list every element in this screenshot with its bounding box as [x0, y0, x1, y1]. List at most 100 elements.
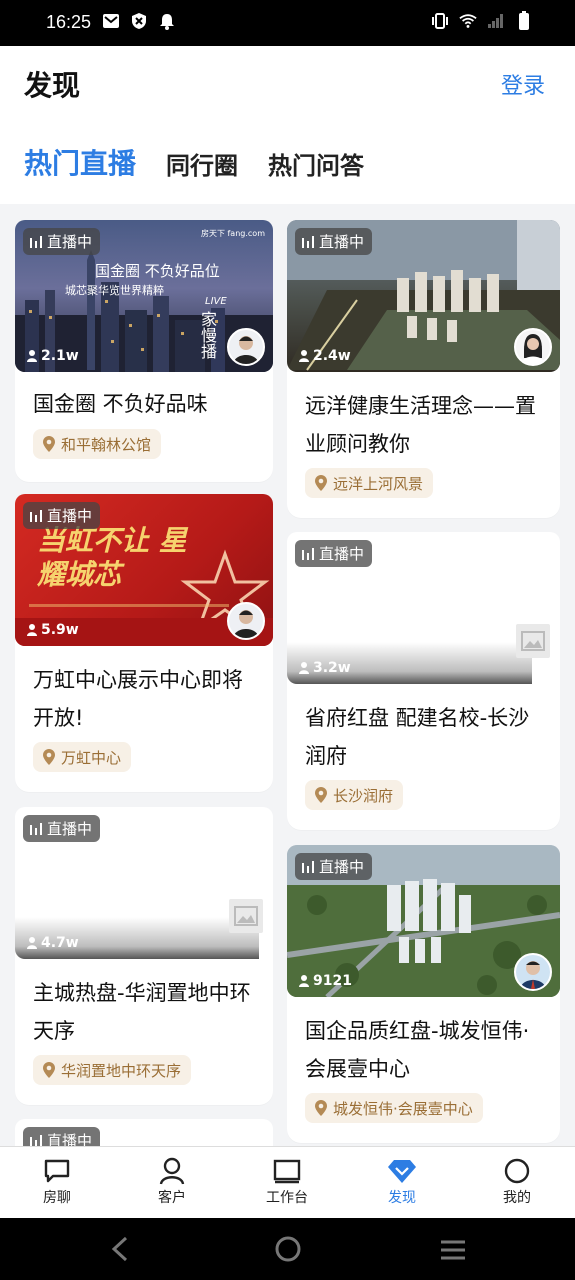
location-tag[interactable]: 华润置地中环天序	[33, 1055, 192, 1085]
viewer-count-value: 2.4w	[313, 348, 351, 364]
viewer-count-value: 9121	[313, 973, 352, 989]
host-avatar[interactable]	[514, 328, 552, 366]
live-badge-label: 直播中	[319, 545, 365, 563]
person-icon	[132, 1157, 212, 1185]
viewer-count-value: 2.1w	[41, 348, 79, 364]
banner-sub-text: 城芯聚华览世界精粹	[65, 284, 164, 297]
live-thumbnail[interactable]: 直播中	[15, 1119, 273, 1146]
live-bars-icon	[30, 1134, 42, 1146]
live-badge: 直播中	[295, 228, 373, 255]
card-title-line2: 开放!	[33, 706, 84, 730]
live-thumbnail[interactable]: 直播中 2.4w	[287, 220, 560, 372]
tab-bar: 热门直播 同行圈 热门问答	[24, 144, 364, 182]
location-pin-icon	[43, 749, 55, 765]
location-pin-icon	[315, 787, 327, 803]
live-badge-label: 直播中	[47, 1132, 93, 1146]
card-title-line2: 业顾问教你	[305, 432, 410, 456]
location-name: 华润置地中环天序	[61, 1061, 182, 1080]
location-tag[interactable]: 万虹中心	[33, 742, 132, 772]
card-title: 远洋健康生活理念——置	[305, 394, 536, 418]
location-tag[interactable]: 远洋上河风景	[305, 468, 434, 498]
person-small-icon	[27, 937, 37, 949]
nav-item-mine[interactable]: 我的	[477, 1157, 557, 1207]
nav-item-discover[interactable]: 发现	[362, 1157, 442, 1207]
live-badge-label: 直播中	[319, 858, 365, 876]
tab-peer-circle[interactable]: 同行圈	[166, 146, 238, 182]
location-name: 长沙润府	[333, 786, 394, 805]
live-bars-icon	[30, 509, 42, 522]
image-placeholder-icon	[229, 899, 263, 933]
nav-label: 我的	[503, 1190, 531, 1206]
tab-hot-live[interactable]: 热门直播	[24, 142, 136, 182]
live-badge-label: 直播中	[47, 233, 93, 251]
location-pin-icon	[43, 1062, 55, 1078]
location-tag[interactable]: 和平翰林公馆	[33, 429, 162, 459]
vibrate-icon	[431, 12, 449, 30]
banner-chars: 家 慢 播	[201, 310, 218, 361]
live-bars-icon	[302, 860, 314, 873]
live-thumbnail[interactable]: 直播中 3.2w	[287, 532, 560, 684]
live-thumbnail[interactable]: 直播中 9121	[287, 845, 560, 997]
location-tag[interactable]: 城发恒伟·会展壹中心	[305, 1093, 483, 1123]
nav-label: 发现	[388, 1190, 416, 1206]
tab-hot-qa[interactable]: 热门问答	[268, 146, 364, 182]
banner-main-text: 当虹不让 星耀城芯	[37, 524, 187, 591]
back-icon[interactable]	[108, 1236, 132, 1266]
live-bars-icon	[30, 235, 42, 248]
live-card[interactable]: 房天下 fang.com 国金圈 不负好品位 城芯聚华览世界精粹 LIVE 家 …	[15, 220, 273, 482]
person-small-icon	[299, 662, 309, 674]
nav-item-customers[interactable]: 客户	[132, 1157, 212, 1207]
nav-item-chat[interactable]: 房聊	[17, 1157, 97, 1207]
host-avatar[interactable]	[514, 953, 552, 991]
nav-label: 工作台	[266, 1190, 308, 1206]
viewer-count-value: 5.9w	[41, 622, 79, 638]
home-icon[interactable]	[274, 1235, 302, 1267]
battery-icon	[515, 11, 533, 30]
live-badge: 直播中	[23, 502, 101, 529]
mail-icon	[102, 12, 120, 30]
live-thumbnail[interactable]: 直播中 4.7w	[15, 807, 273, 959]
viewer-count: 9121	[299, 973, 352, 989]
location-name: 万虹中心	[61, 748, 122, 767]
live-bars-icon	[30, 822, 42, 835]
wifi-icon	[459, 12, 477, 30]
recents-menu-icon[interactable]	[439, 1238, 467, 1266]
chat-icon	[17, 1157, 97, 1185]
viewer-count: 3.2w	[299, 660, 351, 676]
card-title: 主城热盘-华润置地中环	[33, 981, 251, 1005]
page-title: 发现	[24, 69, 81, 102]
location-pin-icon	[315, 1100, 327, 1116]
person-small-icon	[27, 624, 37, 636]
live-badge: 直播中	[295, 853, 373, 880]
card-title-line2: 润府	[305, 744, 347, 768]
live-badge-label: 直播中	[47, 507, 93, 525]
location-name: 和平翰林公馆	[61, 435, 152, 454]
live-card[interactable]: 直播中 2.4w 远洋健康生活理念——置 业顾问教你 远洋上河风景	[287, 220, 560, 518]
host-avatar[interactable]	[227, 328, 265, 366]
shield-icon	[130, 12, 148, 30]
system-nav-bar	[0, 1218, 575, 1280]
live-badge-label: 直播中	[319, 233, 365, 251]
card-title: 国金圈 不负好品味	[33, 392, 208, 416]
nav-label: 客户	[158, 1190, 186, 1206]
circle-icon	[477, 1157, 557, 1185]
live-card[interactable]: 直播中 9121 国企品质红盘-城发恒伟· 会展壹中心 城发恒伟·会展壹中心	[287, 845, 560, 1143]
viewer-count-value: 3.2w	[313, 660, 351, 676]
live-card[interactable]: 直播中	[15, 1119, 273, 1146]
location-pin-icon	[315, 475, 327, 491]
host-avatar[interactable]	[227, 602, 265, 640]
bell-icon	[158, 12, 176, 30]
live-card[interactable]: 直播中 4.7w 主城热盘-华润置地中环 天序 华润置地中环天序	[15, 807, 273, 1105]
banner-live-text: LIVE	[205, 296, 227, 307]
live-badge: 直播中	[23, 228, 101, 255]
location-tag[interactable]: 长沙润府	[305, 780, 404, 810]
login-button[interactable]: 登录	[501, 68, 545, 100]
live-card[interactable]: 当虹不让 星耀城芯 直播中 5.9w 万虹中心展示中心即将 开放! 万虹中心	[15, 494, 273, 792]
live-card[interactable]: 直播中 3.2w 省府红盘 配建名校-长沙 润府 长沙润府	[287, 532, 560, 830]
nav-item-workbench[interactable]: 工作台	[247, 1157, 327, 1207]
live-thumbnail[interactable]: 当虹不让 星耀城芯 直播中 5.9w	[15, 494, 273, 646]
live-thumbnail[interactable]: 房天下 fang.com 国金圈 不负好品位 城芯聚华览世界精粹 LIVE 家 …	[15, 220, 273, 372]
status-bar: 16:25	[0, 0, 575, 46]
viewer-count-value: 4.7w	[41, 935, 79, 951]
live-bars-icon	[302, 547, 314, 560]
